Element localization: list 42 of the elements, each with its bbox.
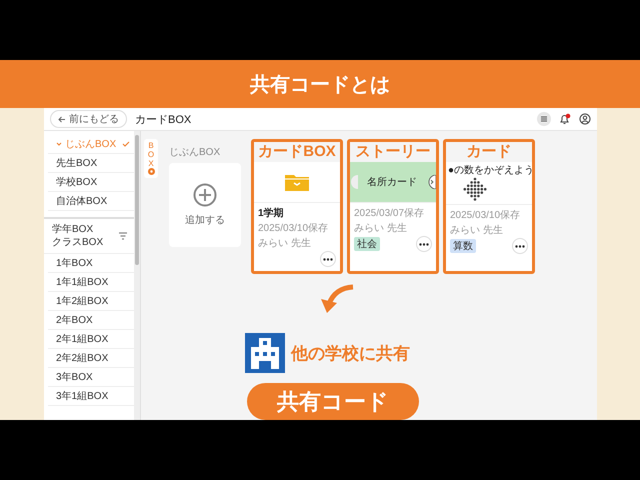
more-button[interactable] bbox=[320, 251, 336, 267]
card-title: 1学期 bbox=[258, 206, 285, 220]
callout-label: カードBOX bbox=[254, 142, 340, 162]
card-thumbnail: ●の数をかぞえよう bbox=[446, 162, 532, 205]
more-dots-icon bbox=[515, 244, 525, 248]
add-card[interactable]: 追加する bbox=[169, 163, 241, 247]
callout-label: ストーリー bbox=[350, 142, 436, 162]
more-button[interactable] bbox=[416, 236, 432, 252]
dot-icon bbox=[148, 168, 154, 176]
subject-tag: 算数 bbox=[450, 239, 476, 253]
story-thumbnail: 名所カード bbox=[350, 162, 436, 203]
saved-date: 2025/03/07保存 bbox=[354, 207, 426, 220]
bell-icon[interactable] bbox=[559, 113, 571, 125]
author-name: みらい 先生 bbox=[450, 224, 504, 237]
callout-label: カード bbox=[446, 142, 532, 162]
user-icon[interactable] bbox=[579, 113, 591, 125]
share-label: 他の学校に共有 bbox=[291, 342, 410, 364]
banner-title: 共有コードとは bbox=[250, 72, 390, 98]
page-title: カードBOX bbox=[135, 112, 192, 126]
author-name: みらい 先生 bbox=[354, 222, 408, 235]
section-label: じぶんBOX bbox=[169, 146, 222, 159]
folder-icon bbox=[284, 172, 310, 192]
chevron-down-icon bbox=[56, 142, 62, 146]
back-arrow-icon bbox=[58, 116, 66, 122]
scrollbar-thumb[interactable] bbox=[135, 135, 139, 265]
building-icon bbox=[245, 333, 285, 373]
saved-date: 2025/03/10保存 bbox=[450, 209, 522, 222]
dot-grid-drawing bbox=[462, 177, 488, 201]
more-dots-icon bbox=[323, 258, 333, 260]
curved-arrow-icon bbox=[319, 284, 355, 314]
check-icon bbox=[122, 141, 130, 147]
more-dots-icon bbox=[419, 242, 429, 246]
subject-tag: 社会 bbox=[354, 237, 380, 251]
saved-date: 2025/03/10保存 bbox=[258, 222, 330, 235]
menu-icon[interactable] bbox=[537, 112, 551, 126]
group-title: 学年BOX クラスBOX bbox=[52, 223, 104, 249]
filter-icon[interactable] bbox=[118, 232, 128, 240]
chevron-right-icon[interactable] bbox=[426, 175, 436, 189]
more-button[interactable] bbox=[512, 238, 528, 254]
author-name: みらい 先生 bbox=[258, 236, 312, 250]
back-button[interactable]: 前にもどる bbox=[50, 110, 127, 128]
plus-circle-icon bbox=[193, 183, 217, 207]
